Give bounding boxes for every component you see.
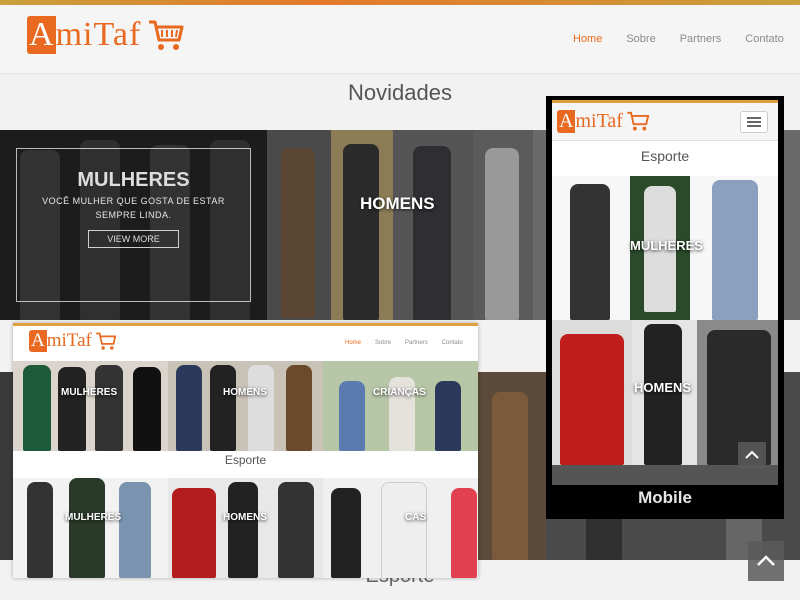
women-banner[interactable]: MULHERES VOCÊ MULHER QUE GOSTA DE ESTAR …	[0, 130, 267, 320]
men-photo-4	[473, 130, 533, 320]
nav-partners[interactable]: Partners	[680, 33, 722, 45]
cart-icon	[627, 111, 650, 131]
desktop-preview-sport-men[interactable]	[168, 478, 323, 578]
desktop-preview-sport: MULHERES HOMENS CAS	[13, 478, 478, 578]
mobile-preview-label-men: HOMENS	[634, 380, 692, 395]
desktop-preview-kids[interactable]	[323, 361, 478, 451]
desktop-preview-nav-home[interactable]: Home	[345, 340, 361, 346]
desktop-preview-women[interactable]	[13, 361, 168, 451]
desktop-preview-men[interactable]	[168, 361, 323, 451]
desktop-preview-label-kids: CRIANÇAS	[373, 387, 426, 398]
men-photo-3	[393, 130, 473, 320]
brand-logo-initial: A	[27, 16, 56, 54]
women-promo-line1: VOCÊ MULHER QUE GOSTA DE ESTAR	[42, 196, 225, 206]
desktop-preview-sport-label-kids: CAS	[405, 512, 427, 523]
mobile-preview-navbar: A miTaf	[552, 103, 778, 141]
mobile-preview-next-row	[552, 465, 778, 485]
mobile-preview-logo-text: miTaf	[575, 109, 623, 132]
desktop-preview: A miTaf Home Sobre Partners Contato MULH…	[13, 323, 478, 578]
mobile-preview: A miTaf Esporte MULHERES HOMENS Mobile	[546, 96, 784, 519]
desktop-preview-sport-label-men: HOMENS	[223, 512, 267, 523]
mobile-preview-scroll-top[interactable]	[738, 442, 766, 468]
cart-icon	[96, 332, 117, 350]
desktop-preview-nav-sobre[interactable]: Sobre	[375, 340, 391, 346]
women-promo-line2: SEMPRE LINDA.	[95, 210, 172, 220]
mobile-preview-screen: A miTaf Esporte MULHERES HOMENS	[552, 100, 778, 485]
nav-home[interactable]: Home	[573, 33, 602, 45]
chevron-up-icon	[745, 450, 759, 459]
nav-contato[interactable]: Contato	[745, 33, 784, 45]
brand-logo[interactable]: A miTaf	[27, 15, 185, 55]
hamburger-menu-icon[interactable]	[740, 111, 768, 133]
desktop-preview-sport-women[interactable]	[13, 478, 168, 578]
men-photo-2	[331, 130, 393, 320]
main-menu: Home Sobre Partners Contato	[573, 33, 784, 45]
desktop-preview-sport-label-women: MULHERES	[65, 512, 122, 523]
main-navbar: A miTaf Home Sobre Partners Contato	[0, 5, 800, 74]
nav-sobre[interactable]: Sobre	[626, 33, 655, 45]
desktop-preview-label-men: HOMENS	[223, 387, 267, 398]
desktop-preview-sport-kids[interactable]	[323, 478, 478, 578]
desktop-preview-menu: Home Sobre Partners Contato	[345, 340, 463, 346]
men-photo-1	[267, 130, 331, 320]
chevron-up-icon	[757, 555, 775, 566]
men-category-label[interactable]: HOMENS	[360, 194, 435, 214]
mobile-preview-logo-initial: A	[557, 109, 576, 133]
desktop-preview-nav-partners[interactable]: Partners	[405, 340, 428, 346]
desktop-preview-logo: A miTaf	[29, 329, 117, 353]
mobile-preview-section-title: Esporte	[640, 148, 690, 164]
view-more-button[interactable]: VIEW MORE	[88, 230, 179, 248]
brand-logo-text: miTaf	[55, 16, 142, 53]
cart-icon	[149, 20, 184, 50]
mobile-caption: Mobile	[638, 488, 692, 507]
desktop-preview-nav-contato[interactable]: Contato	[442, 340, 463, 346]
desktop-preview-label-women: MULHERES	[61, 387, 118, 398]
desktop-preview-section-title: Esporte	[224, 453, 267, 467]
desktop-preview-categories: MULHERES HOMENS CRIANÇAS	[13, 361, 478, 451]
women-promo-card: MULHERES VOCÊ MULHER QUE GOSTA DE ESTAR …	[16, 148, 251, 302]
desktop-preview-logo-text: miTaf	[46, 330, 92, 351]
mobile-preview-label-women: MULHERES	[630, 238, 703, 253]
desktop-preview-logo-initial: A	[29, 330, 47, 352]
women-promo-title: MULHERES	[77, 169, 190, 191]
mobile-preview-logo: A miTaf	[557, 109, 650, 133]
scroll-to-top-button[interactable]	[748, 541, 784, 581]
desktop-preview-accent	[13, 323, 478, 326]
